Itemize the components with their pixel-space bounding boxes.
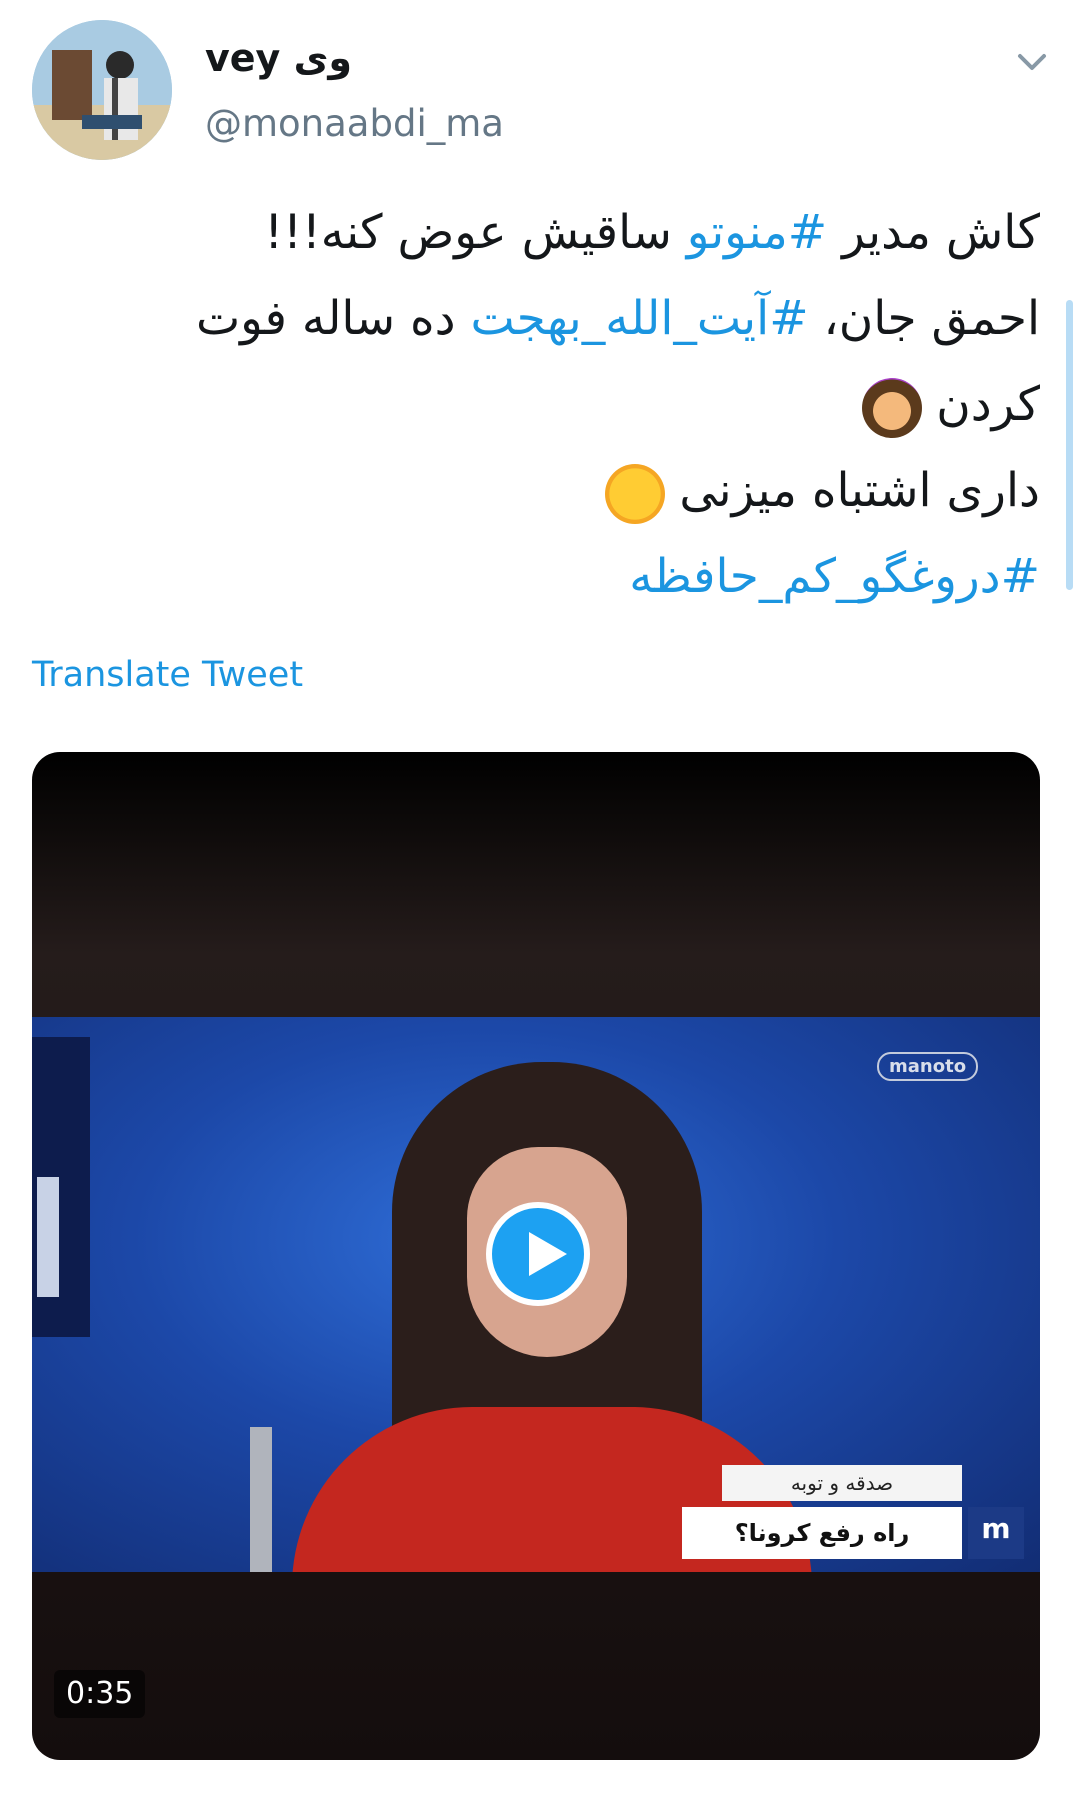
face-palm-icon bbox=[862, 377, 923, 438]
tweet-line-5: #دروغگو_کم_حافظه bbox=[60, 534, 1040, 620]
display-name-latin: vey bbox=[205, 36, 281, 80]
video-player[interactable]: manoto صدقه و توبه راه رفع کرونا؟ m 0:35 bbox=[32, 752, 1040, 1760]
caption-title: راه رفع کرونا؟ bbox=[682, 1507, 962, 1559]
hashtag-link[interactable]: #دروغگو_کم_حافظه bbox=[629, 549, 1040, 604]
caption-logo: m bbox=[968, 1507, 1024, 1559]
hashtag-link[interactable]: #آیت_الله_بهجت bbox=[471, 291, 809, 346]
tweet-text-fragment: ده ساله فوت bbox=[195, 291, 471, 346]
chair bbox=[250, 1427, 272, 1572]
tweet-line-1: کاش مدیر #منوتو ساقیش عوض کنه!!! bbox=[60, 190, 1040, 276]
translate-tweet-link[interactable]: Translate Tweet bbox=[32, 653, 303, 697]
video-duration: 0:35 bbox=[54, 1670, 146, 1718]
scrollbar[interactable] bbox=[1066, 300, 1073, 590]
avatar[interactable] bbox=[32, 20, 172, 160]
avatar-photo bbox=[32, 20, 172, 160]
tears-of-joy-icon bbox=[605, 463, 666, 524]
channel-logo: manoto bbox=[877, 1052, 979, 1081]
tweet-line-3: کردن bbox=[60, 362, 1040, 448]
chevron-down-icon[interactable] bbox=[1012, 42, 1052, 82]
tweet-text-fragment: ساقیش عوض کنه!!! bbox=[264, 205, 687, 260]
hashtag-link[interactable]: #منوتو bbox=[687, 205, 827, 260]
tweet-text-fragment: داری اشتباه میزنی bbox=[679, 463, 1040, 518]
play-icon[interactable] bbox=[486, 1202, 590, 1306]
display-name-persian: وی bbox=[293, 36, 353, 80]
tweet-line-4: داری اشتباه میزنی bbox=[60, 448, 1040, 534]
tweet-text-fragment: کردن bbox=[936, 377, 1040, 432]
caption-subtitle: صدقه و توبه bbox=[722, 1465, 962, 1501]
studio-light bbox=[37, 1177, 59, 1297]
tweet-line-2: احمق جان، #آیت_الله_بهجت ده ساله فوت bbox=[60, 276, 1040, 362]
user-handle[interactable]: @monaabdi_ma bbox=[205, 100, 504, 148]
tweet-text: کاش مدیر #منوتو ساقیش عوض کنه!!! احمق جا… bbox=[60, 190, 1040, 620]
studio-panel bbox=[32, 1037, 90, 1337]
tweet-text-fragment: احمق جان، bbox=[808, 291, 1040, 346]
tweet-text-fragment: کاش مدیر bbox=[827, 205, 1040, 260]
display-name[interactable]: vey وی bbox=[205, 34, 352, 82]
